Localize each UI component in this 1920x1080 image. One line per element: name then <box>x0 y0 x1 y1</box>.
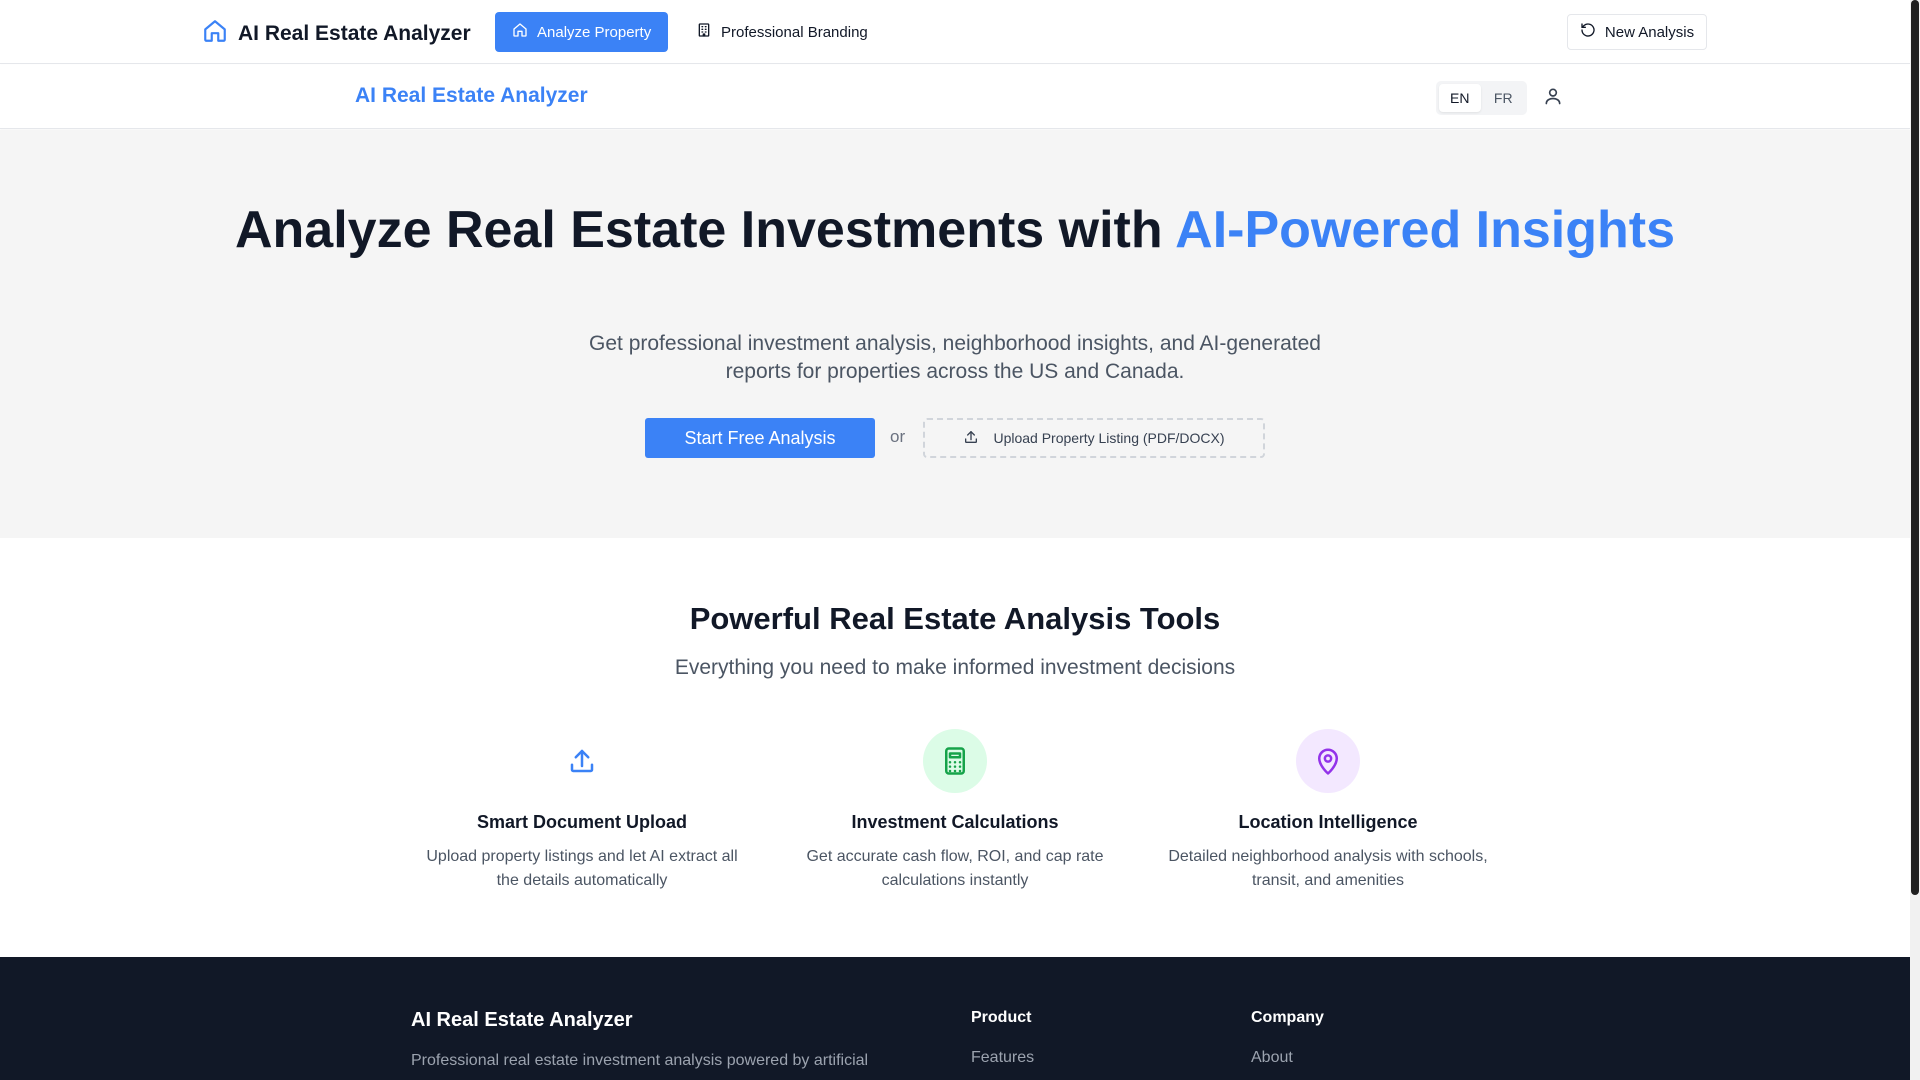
upload-listing-label: Upload Property Listing (PDF/DOCX) <box>993 430 1225 446</box>
hero-title-accent: AI-Powered Insights <box>1175 201 1675 259</box>
feature-card-document-upload: Smart Document Upload Upload property li… <box>407 729 757 893</box>
home-icon <box>512 22 528 42</box>
upload-icon <box>963 429 979 448</box>
user-icon[interactable] <box>1543 86 1563 106</box>
brand-logo[interactable]: AI Real Estate Analyzer <box>202 18 471 49</box>
start-free-analysis-button[interactable]: Start Free Analysis <box>645 418 875 458</box>
feature-description: Upload property listings and let AI extr… <box>426 848 738 889</box>
home-icon <box>202 18 228 49</box>
new-analysis-label: New Analysis <box>1604 23 1695 41</box>
language-option-fr[interactable]: FR <box>1483 84 1525 112</box>
features-subtitle: Everything you need to make informed inv… <box>674 656 1236 679</box>
map-pin-icon <box>1296 729 1360 793</box>
professional-branding-button[interactable]: Professional Branding <box>684 12 880 52</box>
new-analysis-button[interactable]: New Analysis <box>1567 14 1707 50</box>
analyze-property-label: Analyze Property <box>537 23 652 41</box>
feature-title: Investment Calculations <box>851 812 1059 832</box>
analyze-property-button[interactable]: Analyze Property <box>495 12 669 52</box>
professional-branding-label: Professional Branding <box>721 23 868 41</box>
building-icon <box>696 22 712 42</box>
brand-title: AI Real Estate Analyzer <box>238 21 471 45</box>
hero-subtitle: Get professional investment analysis, ne… <box>589 332 1321 383</box>
feature-description: Get accurate cash flow, ROI, and cap rat… <box>806 848 1104 889</box>
features-title: Powerful Real Estate Analysis Tools <box>689 601 1221 636</box>
refresh-icon <box>1580 22 1596 42</box>
footer-link-about[interactable]: About <box>1251 1049 1293 1067</box>
feature-card-location-intelligence: Location Intelligence Detailed neighborh… <box>1153 729 1503 893</box>
footer-brand-title: AI Real Estate Analyzer <box>411 1009 633 1031</box>
hero-title: Analyze Real Estate Investments with AI-… <box>0 204 1910 256</box>
feature-card-investment-calculations: Investment Calculations Get accurate cas… <box>780 729 1130 893</box>
scrollbar-thumb[interactable] <box>1911 0 1919 895</box>
top-navigation-bar: AI Real Estate Analyzer Analyze Property… <box>0 0 1910 64</box>
calculator-icon <box>923 729 987 793</box>
upload-icon <box>550 729 614 793</box>
hero-title-main: Analyze Real Estate Investments with <box>234 201 1176 259</box>
language-option-en[interactable]: EN <box>1439 84 1481 112</box>
hero-section: Analyze Real Estate Investments with AI-… <box>0 130 1910 538</box>
feature-title: Smart Document Upload <box>476 812 688 832</box>
footer-company-title: Company <box>1251 1009 1324 1026</box>
upload-listing-button[interactable]: Upload Property Listing (PDF/DOCX) <box>923 418 1265 458</box>
footer-description: Professional real estate investment anal… <box>411 1052 869 1069</box>
footer-product-title: Product <box>971 1009 1032 1026</box>
footer-link-features[interactable]: Features <box>971 1049 1034 1067</box>
secondary-brand-title[interactable]: AI Real Estate Analyzer <box>355 84 588 108</box>
feature-title: Location Intelligence <box>1238 812 1418 832</box>
feature-description: Detailed neighborhood analysis with scho… <box>1168 848 1488 889</box>
language-switcher: EN FR <box>1436 81 1527 115</box>
footer: AI Real Estate Analyzer Professional rea… <box>0 957 1910 1080</box>
or-separator: or <box>890 427 906 446</box>
secondary-header: AI Real Estate Analyzer EN FR <box>0 65 1910 129</box>
